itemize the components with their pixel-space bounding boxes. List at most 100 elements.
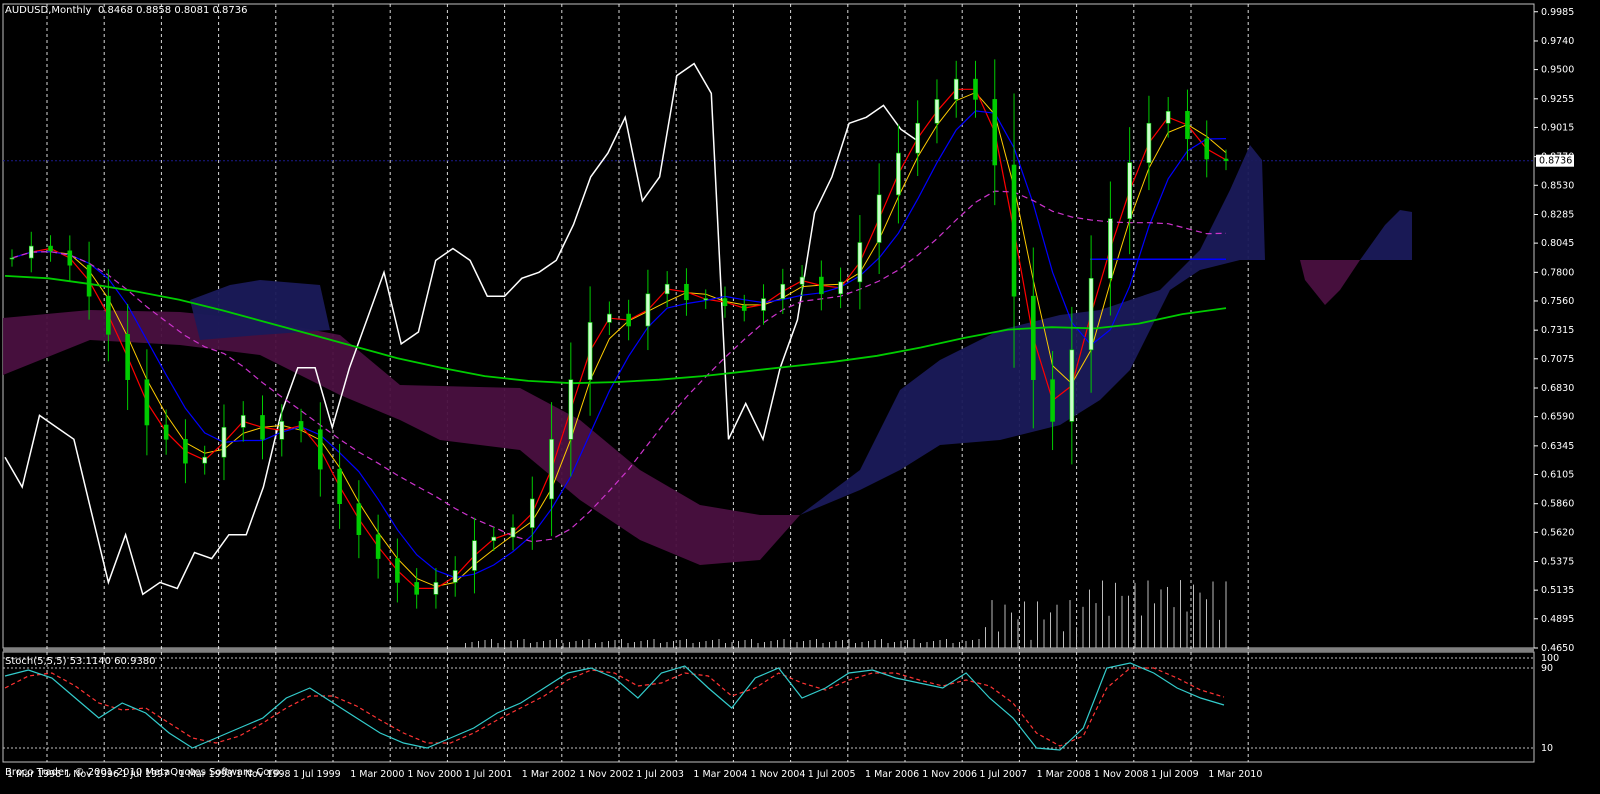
bear-candle [106,295,111,335]
volume-bar [556,639,557,648]
bear-candle [375,534,381,559]
volume-bar [653,639,655,648]
bull-candle [934,99,940,124]
volume-bar [666,642,668,648]
volume-bar [751,639,752,648]
bear-candle [318,429,323,470]
volume-bar [874,640,876,648]
volume-bar [952,643,954,648]
volume-bar [985,627,986,648]
bear-candle [125,334,130,380]
x-tick-label: 1 Mar 2000 [350,769,404,780]
copyright-label: Broco Trader, © 2001-2010 MetaQuotes Sof… [5,767,283,778]
bear-candle [973,78,978,100]
volume-bar [1056,604,1058,648]
volume-bar [965,641,967,648]
bull-candle [587,322,593,380]
volume-bar [1154,603,1155,648]
bull-candle [664,283,670,295]
x-tick-label: 1 Mar 2008 [1037,769,1091,780]
volume-bar [998,631,999,648]
volume-bar [913,639,915,648]
volume-bar [868,641,869,648]
volume-bar [601,642,603,648]
x-tick-label: 1 Nov 2002 [579,769,634,780]
volume-bar [822,643,824,648]
volume-bar [1193,584,1194,648]
volume-bar [881,639,882,648]
volume-bar [595,643,596,648]
volume-bar [1141,615,1142,648]
volume-bar [1225,581,1227,648]
x-tick-label: 1 Mar 2006 [865,769,919,780]
y-tick-label: 0.9500 [1541,65,1574,76]
volume-bar [1011,612,1012,648]
bear-candle [1050,379,1055,422]
volume-bar [588,639,590,648]
chart-root: 1 Mar 1996 1 Nov 1996 1 Jul 1997 1 Mar 1998… [0,0,1600,794]
bull-candle [279,421,285,440]
volume-bar [718,639,720,648]
osc-y-tick-label: 10 [1541,743,1553,754]
y-tick-label: 0.9985 [1541,7,1574,18]
volume-bar [978,639,980,648]
volume-bar [1160,589,1162,648]
x-tick-label: 1 Jul 2005 [808,769,856,780]
bear-candle [684,283,689,301]
bear-candle [86,264,92,297]
bull-candle [529,498,535,528]
bull-candle [761,298,766,311]
bull-candle [1108,218,1113,279]
volume-bar [1082,606,1084,648]
volume-bar [673,641,674,648]
bear-candle [260,415,265,440]
y-tick-label: 0.9015 [1541,122,1574,133]
bear-candle [298,421,304,431]
x-tick-label: 1 Nov 2000 [407,769,462,780]
y-tick-label: 0.8530 [1541,180,1574,191]
y-tick-label: 0.9255 [1541,94,1574,105]
volume-bar [1134,582,1136,648]
volume-bar [959,642,960,648]
volume-bar [582,640,583,648]
volume-bar [465,643,466,648]
bull-candle [433,582,439,595]
y-tick-label: 0.5375 [1541,557,1574,568]
y-tick-label: 0.4895 [1541,614,1574,625]
x-tick-label: 1 Mar 2010 [1208,769,1262,780]
volume-bar [471,642,473,648]
y-tick-label: 0.6345 [1541,441,1574,452]
volume-bar [816,639,817,648]
y-tick-label: 0.6830 [1541,383,1574,394]
bull-candle [703,298,709,301]
volume-bar [712,640,713,648]
x-tick-label: 1 Nov 2008 [1094,769,1149,780]
bear-candle [1204,138,1210,160]
bear-candle [1223,158,1229,162]
volume-bar [725,643,726,648]
volume-bar [1017,619,1019,648]
volume-bar [1108,615,1110,648]
bear-candle [819,276,824,295]
y-tick-label: 0.8285 [1541,209,1574,220]
volume-bar [731,642,733,648]
volume-bar [770,641,772,648]
y-tick-label: 0.7800 [1541,267,1574,278]
x-tick-label: 1 Jul 2007 [979,769,1027,780]
volume-bar [679,640,681,648]
volume-bar [1206,599,1207,648]
volume-bar [842,640,843,648]
bear-candle [337,468,342,504]
bull-candle [857,242,863,283]
bear-candle [395,558,400,583]
volume-bar [1173,607,1175,648]
bear-candle [356,503,362,536]
y-tick-label: 0.5135 [1541,585,1574,596]
volume-bar [1063,631,1064,648]
volume-bar [608,641,609,648]
volume-bar [835,641,837,648]
volume-bar [1089,589,1090,648]
volume-bar [1004,604,1006,648]
panel-separator [3,648,1534,652]
volume-bar [621,639,622,648]
